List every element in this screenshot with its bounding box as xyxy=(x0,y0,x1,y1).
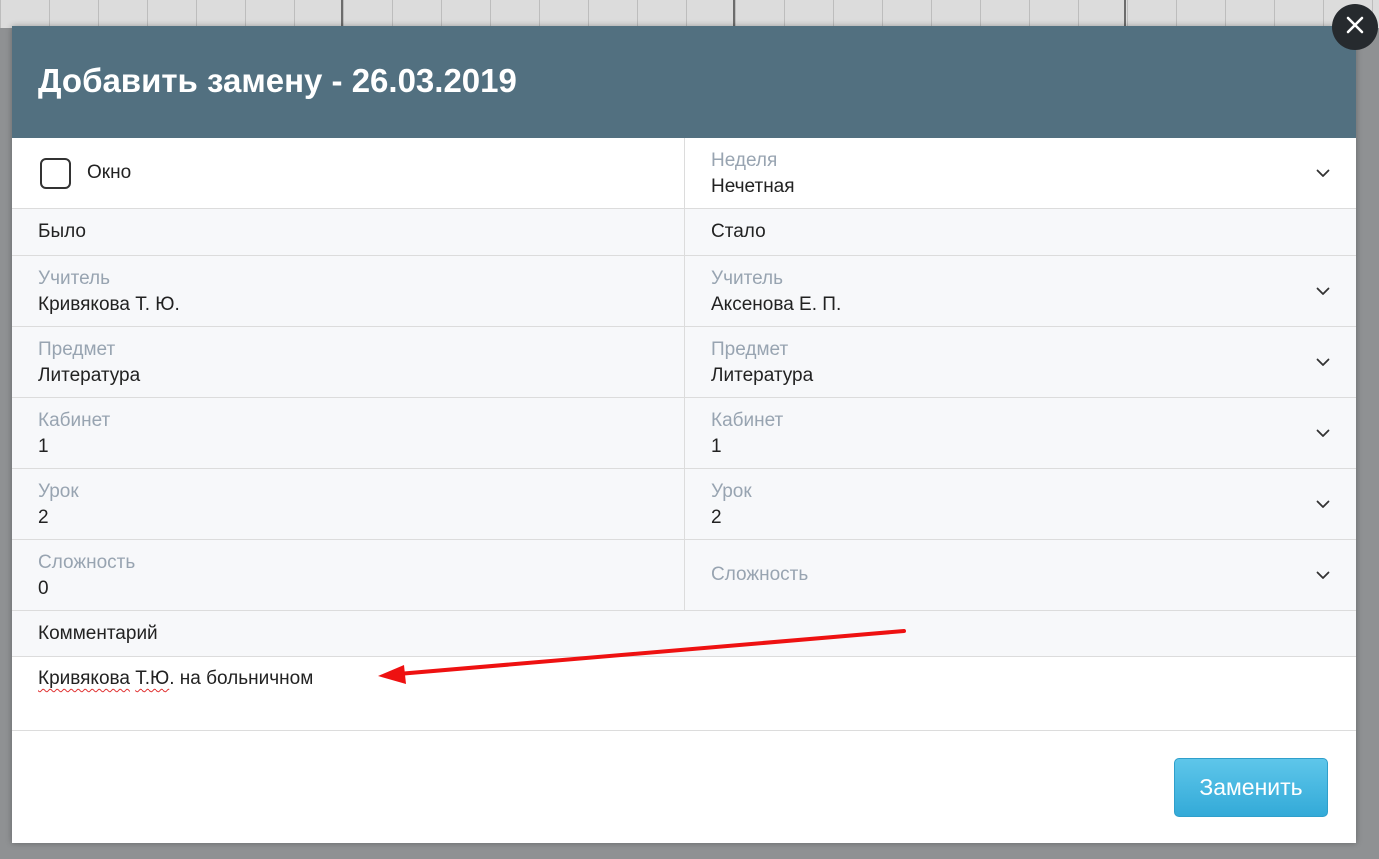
was-room-field: Кабинет 1 xyxy=(12,398,685,468)
lesson-row: Урок 2 Урок 2 xyxy=(12,469,1356,540)
became-lesson-select[interactable]: Урок 2 xyxy=(685,469,1356,539)
was-subject-value: Литература xyxy=(38,365,141,386)
week-label: Неделя xyxy=(711,150,778,171)
was-became-header-row: Было Стало xyxy=(12,209,1356,256)
subject-row: Предмет Литература Предмет Литература xyxy=(12,327,1356,398)
was-lesson-value: 2 xyxy=(38,507,49,528)
window-week-row: Окно Неделя Нечетная xyxy=(12,138,1356,209)
teacher-row: Учитель Кривякова Т. Ю. Учитель Аксенова… xyxy=(12,256,1356,327)
misspelled-word: Т.Ю xyxy=(135,668,170,689)
was-difficulty-label: Сложность xyxy=(38,552,136,573)
add-substitution-modal: Добавить замену - 26.03.2019 Окно Неделя… xyxy=(12,26,1356,843)
was-teacher-label: Учитель xyxy=(38,268,110,289)
became-lesson-value: 2 xyxy=(711,507,722,528)
chevron-down-icon[interactable] xyxy=(1316,355,1330,369)
comment-heading: Комментарий xyxy=(38,622,158,644)
became-subject-label: Предмет xyxy=(711,339,789,360)
week-value: Нечетная xyxy=(711,176,795,197)
chevron-down-icon[interactable] xyxy=(1316,426,1330,440)
became-teacher-select[interactable]: Учитель Аксенова Е. П. xyxy=(685,256,1356,326)
modal-title: Добавить замену - 26.03.2019 xyxy=(38,62,517,99)
was-room-value: 1 xyxy=(38,436,49,457)
became-subject-value: Литература xyxy=(711,365,814,386)
chevron-down-icon[interactable] xyxy=(1316,497,1330,511)
was-heading: Было xyxy=(38,221,86,242)
was-lesson-field: Урок 2 xyxy=(12,469,685,539)
was-subject-field: Предмет Литература xyxy=(12,327,685,397)
became-heading-cell: Стало xyxy=(685,209,1356,255)
was-teacher-value: Кривякова Т. Ю. xyxy=(38,294,180,315)
background-schedule-grid xyxy=(0,0,1379,28)
comment-textarea[interactable]: Кривякова Т.Ю. на больничном xyxy=(12,657,1356,731)
became-teacher-label: Учитель xyxy=(711,268,783,289)
comment-header-row: Комментарий xyxy=(12,611,1356,657)
was-subject-label: Предмет xyxy=(38,339,116,360)
was-difficulty-field: Сложность 0 xyxy=(12,540,685,610)
became-subject-select[interactable]: Предмет Литература xyxy=(685,327,1356,397)
window-checkbox-cell: Окно xyxy=(12,138,685,208)
was-heading-cell: Было xyxy=(12,209,685,255)
became-lesson-label: Урок xyxy=(711,481,752,502)
was-teacher-field: Учитель Кривякова Т. Ю. xyxy=(12,256,685,326)
became-difficulty-placeholder: Сложность xyxy=(711,564,809,585)
became-heading: Стало xyxy=(711,221,766,242)
became-room-value: 1 xyxy=(711,436,722,457)
chevron-down-icon[interactable] xyxy=(1316,284,1330,298)
modal-footer: Заменить xyxy=(12,731,1356,843)
room-row: Кабинет 1 Кабинет 1 xyxy=(12,398,1356,469)
window-checkbox[interactable] xyxy=(40,157,71,189)
was-room-label: Кабинет xyxy=(38,410,111,431)
became-teacher-value: Аксенова Е. П. xyxy=(711,294,842,315)
window-checkbox-label[interactable]: Окно xyxy=(87,162,131,184)
replace-button[interactable]: Заменить xyxy=(1174,758,1328,817)
comment-text: Кривякова Т.Ю. на больничном xyxy=(38,668,314,689)
modal-header: Добавить замену - 26.03.2019 xyxy=(12,26,1356,138)
was-difficulty-value: 0 xyxy=(38,578,49,599)
chevron-down-icon[interactable] xyxy=(1316,568,1330,582)
became-room-label: Кабинет xyxy=(711,410,784,431)
misspelled-word: Кривякова xyxy=(38,668,130,689)
became-difficulty-select[interactable]: Сложность xyxy=(685,540,1356,610)
chevron-down-icon[interactable] xyxy=(1316,166,1330,180)
close-modal-button[interactable] xyxy=(1332,4,1378,50)
week-select[interactable]: Неделя Нечетная xyxy=(685,138,1356,208)
close-icon[interactable] xyxy=(1346,16,1364,39)
was-lesson-label: Урок xyxy=(38,481,79,502)
difficulty-row: Сложность 0 Сложность xyxy=(12,540,1356,611)
became-room-select[interactable]: Кабинет 1 xyxy=(685,398,1356,468)
